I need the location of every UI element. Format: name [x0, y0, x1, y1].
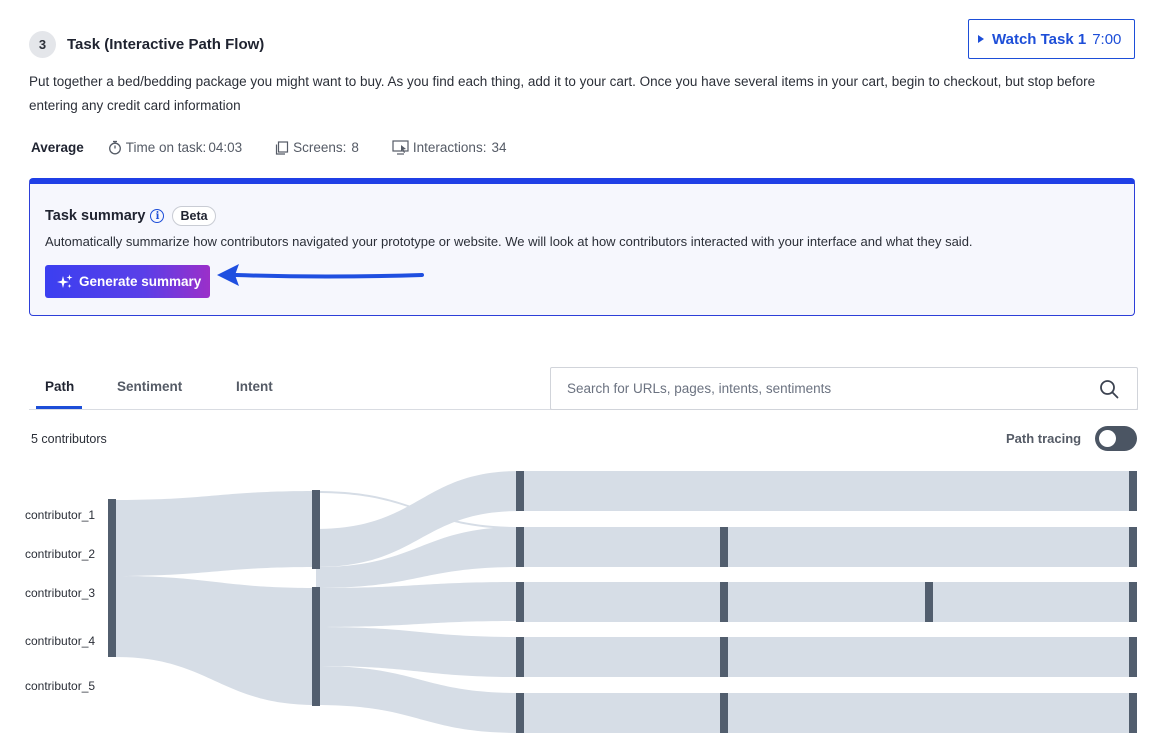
task-summary-title: Task summary [45, 208, 146, 224]
flow-bands [116, 471, 1136, 733]
contributor-label: contributor_3 [25, 586, 95, 600]
step-number-badge: 3 [29, 31, 56, 58]
flow-node [312, 587, 320, 706]
flow-node [1129, 693, 1137, 733]
tab-path[interactable]: Path [45, 379, 74, 394]
flow-node [720, 693, 728, 733]
screens-icon [276, 140, 289, 155]
monitor-cursor-icon [392, 140, 409, 155]
task-description: Put together a bed/bedding package you m… [29, 74, 1096, 113]
active-tab-indicator [36, 406, 82, 409]
screens-stat: Screens: 8 [275, 140, 359, 155]
watch-task-duration: 7:00 [1092, 30, 1122, 48]
flow-node [1129, 471, 1137, 511]
flow-node [1129, 582, 1137, 622]
flow-node [516, 637, 524, 677]
beta-badge: Beta [172, 206, 216, 226]
task-summary-description: Automatically summarize how contributors… [45, 234, 973, 249]
flow-node [720, 582, 728, 622]
flow-node [720, 637, 728, 677]
path-tracing-label: Path tracing [1006, 431, 1082, 446]
tab-sentiment[interactable]: Sentiment [117, 379, 182, 394]
task-summary-header: Task summary i Beta [45, 206, 216, 226]
flow-node [108, 499, 116, 657]
flow-band [316, 582, 520, 627]
flow-band [520, 582, 1136, 622]
path-tracing-toggle[interactable] [1095, 426, 1137, 451]
search-box [550, 367, 1138, 410]
time-on-task-label: Time on task: [125, 140, 207, 155]
flow-node [720, 527, 728, 567]
tab-intent[interactable]: Intent [236, 379, 273, 394]
contributor-label: contributor_1 [25, 508, 95, 522]
screens-value: 8 [351, 140, 359, 155]
interactions-stat: Interactions: 34 [392, 140, 507, 155]
interactions-value: 34 [491, 140, 507, 155]
flow-band [520, 527, 1136, 567]
time-on-task-stat: Time on task: 04:03 [108, 140, 242, 155]
flow-node [925, 582, 933, 622]
contributors-count: 5 contributors [31, 432, 107, 446]
annotation-arrow [217, 264, 424, 286]
search-icon[interactable] [1099, 379, 1119, 399]
info-icon[interactable]: i [150, 209, 165, 223]
path-flow-diagram: contributor_1 contributor_2 contributor_… [25, 471, 1137, 733]
flow-node [1129, 527, 1137, 567]
flow-band [520, 693, 1136, 733]
stopwatch-icon [108, 140, 121, 155]
average-label: Average [31, 140, 84, 155]
toggle-knob [1099, 430, 1116, 447]
task-header: 3 Task (Interactive Path Flow) [29, 31, 264, 58]
flow-node [516, 471, 524, 511]
screens-label: Screens: [293, 140, 347, 155]
generate-summary-button[interactable]: Generate summary [45, 265, 210, 298]
generate-summary-label: Generate summary [79, 274, 202, 289]
flow-node [1129, 637, 1137, 677]
flow-node [312, 490, 320, 569]
watch-task-label: Watch Task 1 [992, 30, 1087, 48]
search-input[interactable] [567, 381, 1067, 396]
flow-band [520, 637, 1136, 677]
watch-task-button[interactable]: Watch Task 1 7:00 [968, 19, 1135, 59]
flow-band [116, 576, 316, 705]
contributor-label: contributor_5 [25, 679, 95, 693]
time-on-task-value: 04:03 [208, 140, 243, 155]
flow-node [516, 693, 524, 733]
flow-node [516, 527, 524, 567]
contributor-label: contributor_4 [25, 634, 95, 648]
contributor-label: contributor_2 [25, 547, 95, 561]
flow-band [116, 491, 316, 576]
interactions-label: Interactions: [412, 140, 487, 155]
play-icon [978, 35, 984, 43]
task-stats: Average Time on task: 04:03 Screens: 8 I… [31, 140, 539, 155]
sparkle-icon [57, 274, 73, 288]
task-summary-card: Task summary i Beta Automatically summar… [29, 178, 1135, 316]
contributor-labels: contributor_1 contributor_2 contributor_… [25, 508, 95, 693]
flow-node [516, 582, 524, 622]
flow-band [520, 471, 1136, 511]
task-title: Task (Interactive Path Flow) [67, 36, 265, 53]
